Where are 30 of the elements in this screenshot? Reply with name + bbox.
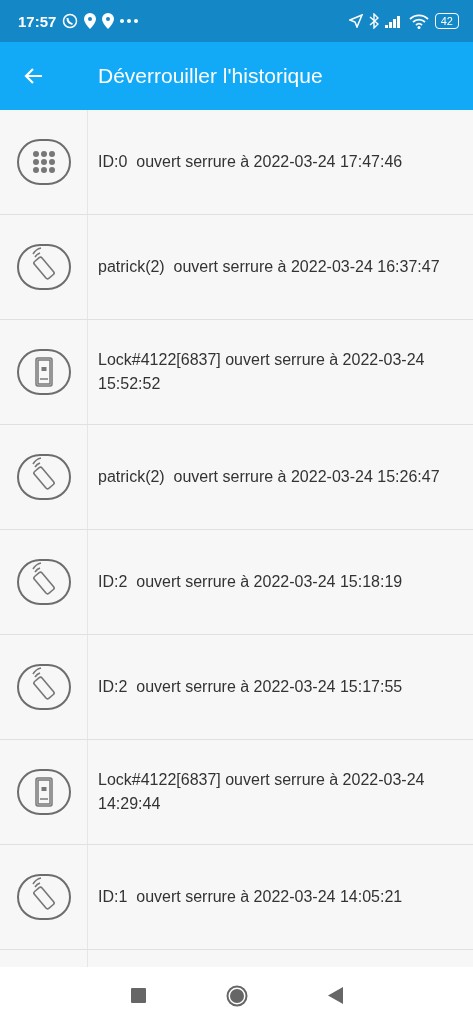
back-nav-button[interactable] xyxy=(327,987,343,1004)
home-button[interactable] xyxy=(225,984,248,1007)
wifi-icon xyxy=(408,13,429,29)
history-entry-text: Lock#4122[6837] ouvert serrure à 2022-03-24 15:52:52 xyxy=(98,350,426,394)
history-entry-text: patrick(2) ouvert serrure à 2022-03-24 15:26:47 xyxy=(98,467,440,487)
contactless-card-icon xyxy=(15,558,72,606)
location-pin-icon xyxy=(84,13,97,29)
phone-icon xyxy=(62,13,79,29)
history-entry-text: ID:1 ouvert serrure à 2022-03-24 14:05:21 xyxy=(98,887,403,907)
phone-app-icon xyxy=(15,348,72,396)
history-entry-text: ID:2 ouvert serrure à 2022-03-24 15:17:55 xyxy=(98,677,403,697)
status-time: 17:57 xyxy=(18,12,57,30)
history-entry-text: patrick(2) ouvert serrure à 2022-03-24 16:37:47 xyxy=(98,257,440,277)
keypad-icon xyxy=(15,138,72,186)
history-entry-text: ID:0 ouvert serrure à 2022-03-24 17:47:46 xyxy=(98,152,403,172)
signal-icon xyxy=(384,14,403,28)
screen-title: Déverrouiller l'historique xyxy=(98,64,323,88)
phone-app-icon xyxy=(15,768,72,816)
history-entry-text: Lock#4122[6837] ouvert serrure à 2022-03-24 14:29:44 xyxy=(98,770,426,814)
location-pin-icon xyxy=(102,13,115,29)
bluetooth-icon xyxy=(368,13,379,29)
history-entry-text: ID:2 ouvert serrure à 2022-03-24 15:18:19 xyxy=(98,572,403,592)
recent-apps-button[interactable] xyxy=(130,988,146,1003)
more-icon xyxy=(120,19,139,23)
contactless-card-icon xyxy=(15,663,72,711)
contactless-card-icon xyxy=(15,873,72,921)
navigation-arrow-icon xyxy=(348,14,363,28)
battery-level: 42 xyxy=(434,13,459,29)
contactless-card-icon xyxy=(15,243,72,291)
contactless-card-icon xyxy=(15,453,72,501)
